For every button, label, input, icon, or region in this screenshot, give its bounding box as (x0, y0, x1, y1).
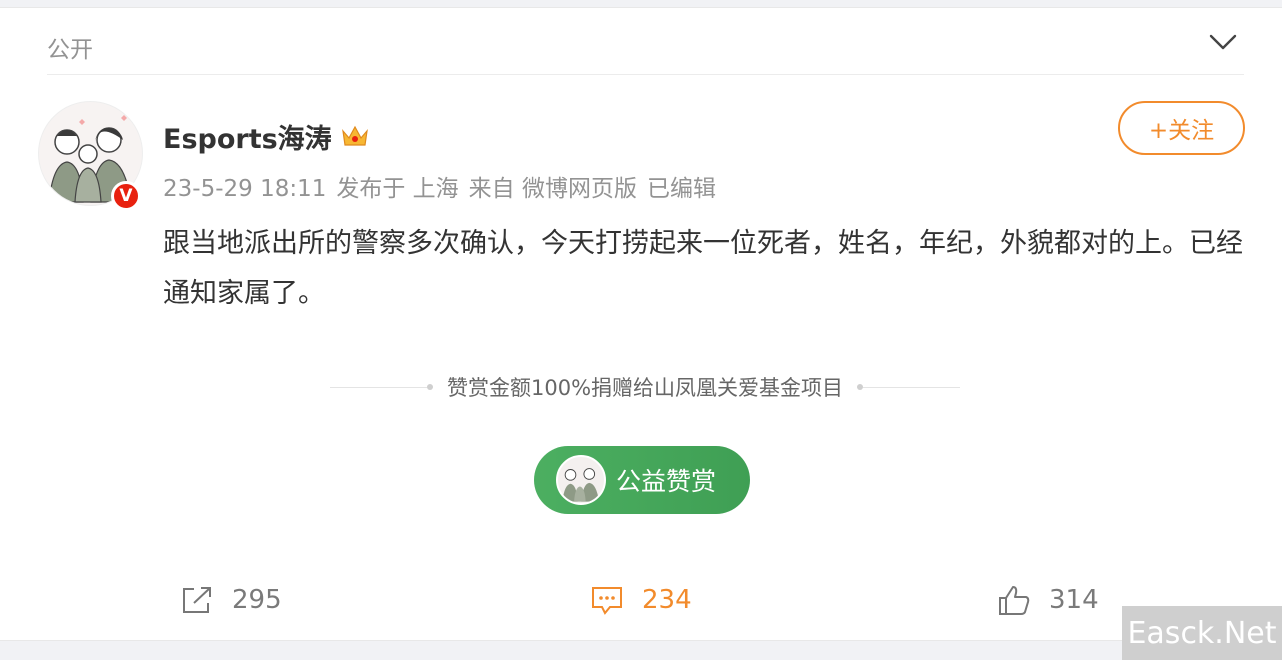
charity-reward-button[interactable]: 公益赞赏 (534, 446, 750, 514)
edited-label[interactable]: 已编辑 (647, 176, 716, 202)
follow-button[interactable]: +关注 (1118, 101, 1245, 155)
verified-badge-icon: V (111, 181, 141, 211)
author-name[interactable]: Esports海涛 (163, 117, 332, 156)
like-count: 314 (1049, 585, 1099, 615)
visibility-label: 公开 (47, 37, 93, 63)
divider-dot-left (426, 384, 433, 390)
repost-icon (183, 587, 211, 613)
repost-count: 295 (232, 585, 282, 615)
divider-left (330, 386, 427, 388)
comment-count: 234 (642, 585, 692, 615)
chevron-down-icon[interactable] (1208, 32, 1238, 52)
reward-note-row: 赞赏金额100%捐赠给山凤凰关爱基金项目 (330, 370, 961, 404)
thumbs-up-icon (999, 586, 1030, 615)
crown-icon[interactable] (340, 123, 370, 149)
repost-button[interactable]: 295 (180, 580, 282, 620)
reward-avatar (556, 455, 606, 505)
post-card: 公开 (0, 7, 1282, 641)
comment-button[interactable]: 234 (590, 580, 692, 620)
divider-right (863, 386, 961, 388)
post-location: 发布于 上海 (336, 176, 459, 202)
visibility-bar: 公开 (47, 8, 1244, 75)
post-source: 来自 微博网页版 (468, 176, 637, 202)
author-row: Esports海涛 (163, 116, 370, 156)
reward-note: 赞赏金额100%捐赠给山凤凰关爱基金项目 (446, 376, 844, 400)
comment-icon (592, 587, 622, 615)
post-time[interactable]: 23-5-29 18:11 (163, 176, 326, 202)
like-button[interactable]: 314 (997, 580, 1099, 620)
watermark: Easck.Net (1122, 606, 1282, 660)
post-text: 跟当地派出所的警察多次确认，今天打捞起来一位死者，姓名，年纪，外貌都对的上。已经… (163, 228, 1243, 309)
reward-button-label: 公益赞赏 (616, 467, 717, 496)
post-meta: 23-5-29 18:11 发布于 上海 来自 微博网页版 已编辑 (163, 169, 726, 203)
